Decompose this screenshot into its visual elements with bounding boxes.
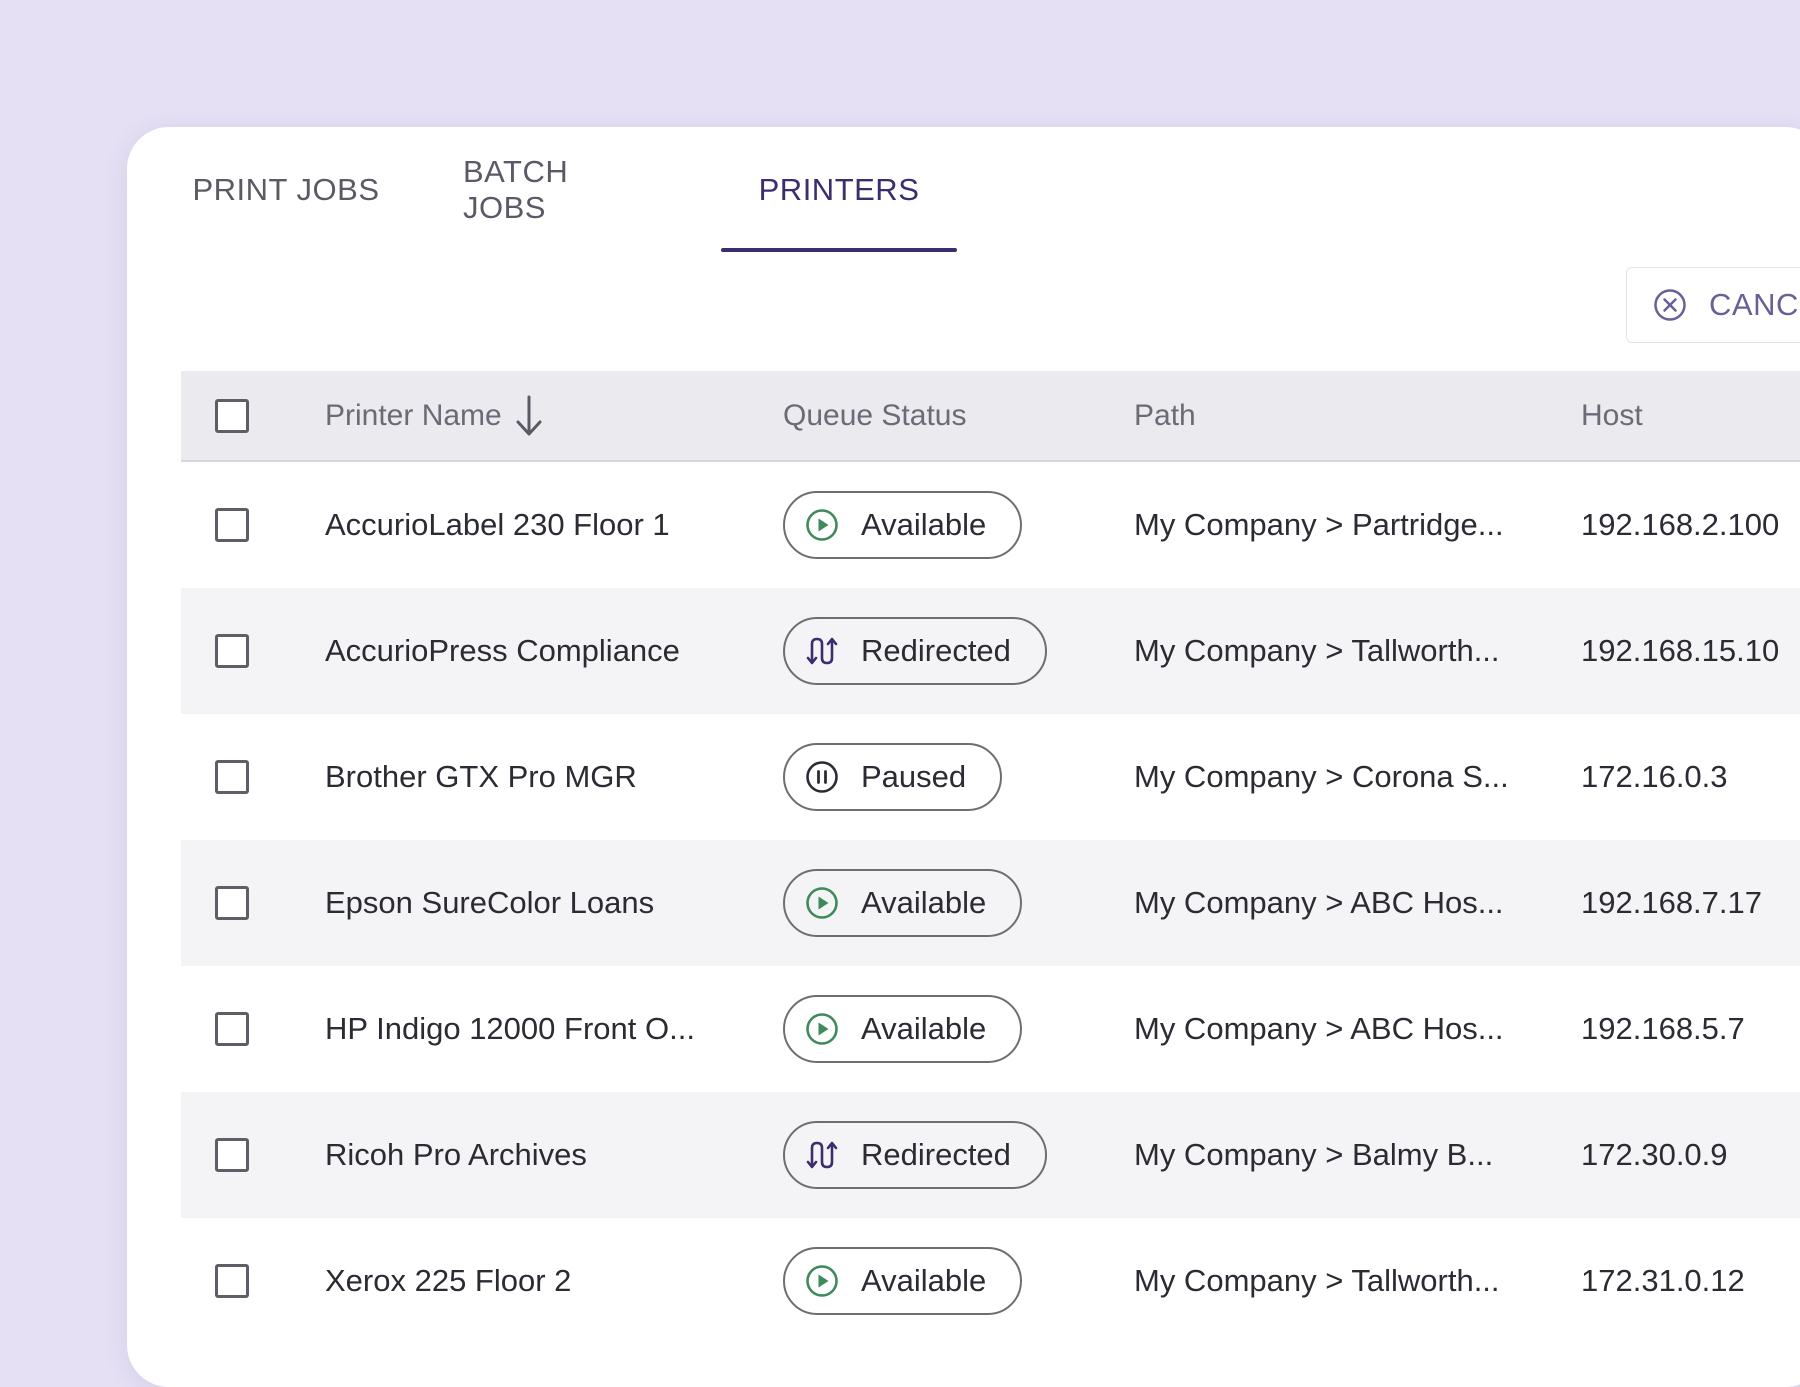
row-checkbox[interactable] [215,1012,249,1046]
pause-circle-icon [805,760,839,794]
queue-status-badge[interactable]: Redirected [783,1121,1047,1189]
printers-panel: PRINT JOBS BATCH JOBS PRINTERS CANC Prin… [127,127,1800,1387]
printer-host: 192.168.5.7 [1581,1011,1745,1046]
row-checkbox[interactable] [215,886,249,920]
play-circle-icon [805,1012,839,1046]
column-header-path[interactable]: Path [1134,371,1196,460]
row-checkbox[interactable] [215,634,249,668]
row-checkbox[interactable] [215,508,249,542]
printer-host: 192.168.2.100 [1581,507,1780,542]
table-body: AccurioLabel 230 Floor 1 Available My Com… [181,462,1800,1344]
table-row[interactable]: Ricoh Pro Archives Redirected My Company … [181,1092,1800,1218]
printer-name: HP Indigo 12000 Front O... [325,1011,695,1046]
column-label: Host [1581,398,1643,432]
printer-name: Epson SureColor Loans [325,885,655,920]
queue-status-badge[interactable]: Redirected [783,617,1047,685]
redirect-icon [805,634,839,668]
queue-status-badge[interactable]: Available [783,995,1023,1063]
printer-path: My Company > Tallworth... [1134,633,1500,668]
tab-print-jobs[interactable]: PRINT JOBS [191,127,381,252]
printer-path: My Company > ABC Hos... [1134,885,1504,920]
column-label: Queue Status [783,398,967,432]
play-circle-icon [805,886,839,920]
queue-status-label: Available [861,507,987,542]
queue-status-label: Available [861,1263,987,1298]
table-header: Printer Name Queue Status Path Host [181,371,1800,462]
printer-path: My Company > Partridge... [1134,507,1504,542]
queue-status-label: Available [861,885,987,920]
printers-table: Printer Name Queue Status Path Host Accu… [181,371,1800,1344]
queue-status-label: Paused [861,759,967,794]
column-header-printer-name[interactable]: Printer Name [325,371,546,460]
column-header-host[interactable]: Host [1581,371,1643,460]
printer-name: Xerox 225 Floor 2 [325,1263,572,1298]
cancel-button[interactable]: CANC [1626,267,1800,343]
table-row[interactable]: AccurioPress Compliance Redirected My Com… [181,588,1800,714]
queue-status-badge[interactable]: Paused [783,743,1003,811]
table-row[interactable]: HP Indigo 12000 Front O... Available My C… [181,966,1800,1092]
printer-path: My Company > ABC Hos... [1134,1011,1504,1046]
column-label: Path [1134,398,1196,432]
row-checkbox[interactable] [215,1264,249,1298]
play-circle-icon [805,1264,839,1298]
queue-status-badge[interactable]: Available [783,1247,1023,1315]
table-row[interactable]: Xerox 225 Floor 2 Available My Company > … [181,1218,1800,1344]
select-all-checkbox[interactable] [215,398,249,433]
table-row[interactable]: Brother GTX Pro MGR Paused My Company > C… [181,714,1800,840]
tab-batch-jobs[interactable]: BATCH JOBS [463,127,655,252]
cancel-button-label: CANC [1709,287,1799,322]
printer-host: 172.31.0.12 [1581,1263,1745,1298]
printer-name: AccurioLabel 230 Floor 1 [325,507,670,542]
printer-host: 172.30.0.9 [1581,1137,1728,1172]
printer-host: 172.16.0.3 [1581,759,1728,794]
close-circle-icon [1653,288,1687,322]
tab-printers[interactable]: PRINTERS [721,127,957,252]
tab-bar: PRINT JOBS BATCH JOBS PRINTERS [127,127,1800,255]
table-row[interactable]: Epson SureColor Loans Available My Compan… [181,840,1800,966]
table-row[interactable]: AccurioLabel 230 Floor 1 Available My Com… [181,462,1800,588]
queue-status-label: Available [861,1011,987,1046]
printer-name: AccurioPress Compliance [325,633,680,668]
play-circle-icon [805,508,839,542]
arrow-down-icon[interactable] [512,393,546,439]
row-checkbox[interactable] [215,760,249,794]
printer-path: My Company > Corona S... [1134,759,1509,794]
printer-path: My Company > Tallworth... [1134,1263,1500,1298]
queue-status-label: Redirected [861,1137,1011,1172]
row-checkbox[interactable] [215,1138,249,1172]
printer-host: 192.168.15.10 [1581,633,1780,668]
queue-status-badge[interactable]: Available [783,869,1023,937]
column-header-queue-status[interactable]: Queue Status [783,371,966,460]
queue-status-badge[interactable]: Available [783,491,1023,559]
column-label: Printer Name [325,398,502,432]
printer-path: My Company > Balmy B... [1134,1137,1494,1172]
printer-host: 192.168.7.17 [1581,885,1763,920]
printer-name: Ricoh Pro Archives [325,1137,587,1172]
printer-name: Brother GTX Pro MGR [325,759,637,794]
queue-status-label: Redirected [861,633,1011,668]
redirect-icon [805,1138,839,1172]
